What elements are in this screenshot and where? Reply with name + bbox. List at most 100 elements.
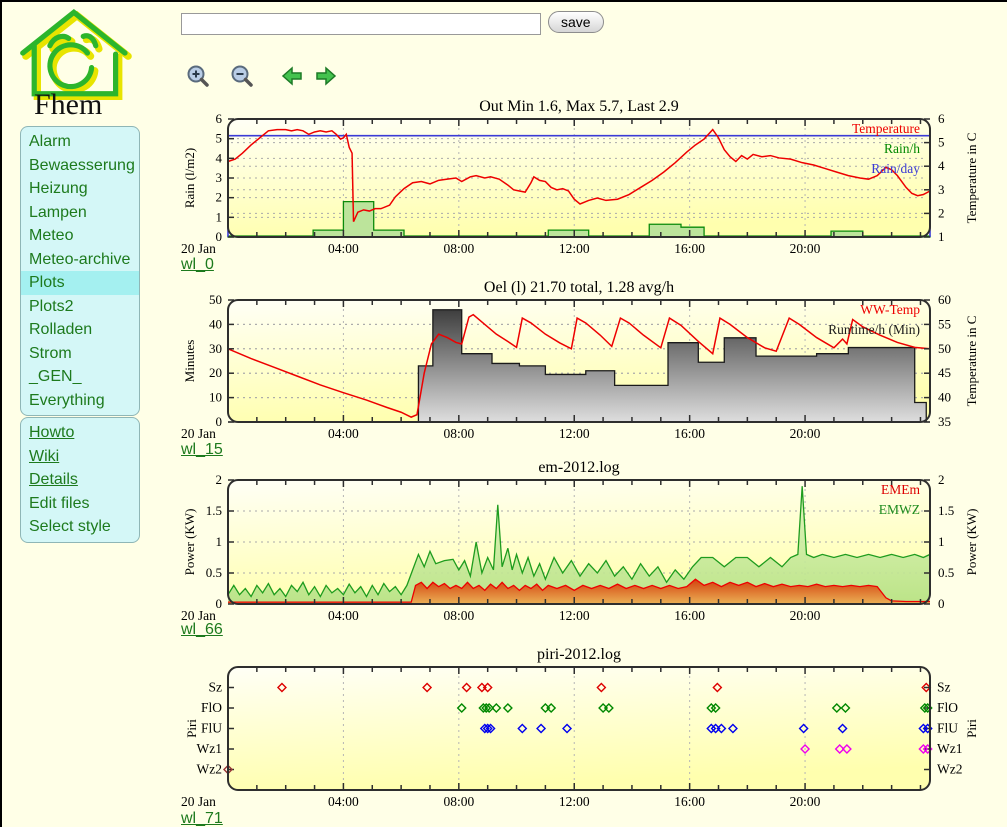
svg-text:EMEm: EMEm — [881, 482, 920, 497]
svg-text:20:00: 20:00 — [790, 608, 821, 623]
sidebar-item-plots[interactable]: Plots — [21, 271, 139, 295]
chart-wl_66: 00.511.52Power (KW)00.511.52Power (KW)20… — [180, 458, 1007, 638]
svg-text:Piri: Piri — [184, 719, 199, 738]
svg-text:30: 30 — [209, 341, 222, 356]
svg-text:Temperature: Temperature — [852, 121, 920, 136]
svg-text:Oel (l) 21.70 total, 1.28 avg/: Oel (l) 21.70 total, 1.28 avg/h — [484, 279, 674, 296]
svg-text:20:00: 20:00 — [790, 241, 821, 256]
link-menu: HowtoWikiDetailsEdit filesSelect style — [20, 417, 140, 543]
sidebar-item-lampen[interactable]: Lampen — [21, 201, 139, 225]
sidebar-item-bewaesserung[interactable]: Bewaesserung — [21, 154, 139, 178]
svg-text:2: 2 — [216, 190, 223, 205]
svg-text:2: 2 — [216, 472, 223, 487]
chart-wl_71: SzSzFlOFlOFlUFlUWz1Wz1Wz2Wz2PiriPiri20 J… — [180, 643, 1007, 825]
svg-text:Wz1: Wz1 — [937, 741, 962, 756]
svg-text:50: 50 — [938, 341, 951, 356]
svg-text:40: 40 — [209, 316, 222, 331]
sidebar-item-meteo-archive[interactable]: Meteo-archive — [21, 248, 139, 272]
svg-text:6: 6 — [216, 111, 223, 126]
svg-text:Minutes: Minutes — [182, 340, 197, 383]
svg-text:55: 55 — [938, 316, 951, 331]
zoom-in-icon[interactable] — [186, 64, 210, 88]
svg-text:16:00: 16:00 — [674, 426, 705, 441]
svg-text:20 Jan: 20 Jan — [181, 426, 216, 441]
chart-wl_0: 0123456Rain (l/m2)123456Temperature in C… — [180, 95, 1007, 273]
svg-text:5: 5 — [216, 131, 223, 146]
svg-text:3: 3 — [216, 170, 223, 185]
svg-text:Power (KW): Power (KW) — [182, 509, 197, 576]
svg-text:1: 1 — [938, 229, 945, 244]
svg-text:12:00: 12:00 — [559, 608, 590, 623]
svg-text:12:00: 12:00 — [559, 241, 590, 256]
svg-text:Out Min 1.6, Max 5.7, Last 2.9: Out Min 1.6, Max 5.7, Last 2.9 — [479, 98, 679, 115]
svg-text:Rain/day: Rain/day — [871, 161, 920, 176]
svg-text:1: 1 — [216, 209, 223, 224]
svg-text:3: 3 — [938, 182, 945, 197]
svg-text:40: 40 — [938, 390, 951, 405]
svg-text:1: 1 — [216, 534, 223, 549]
sidebar-item-alarm[interactable]: Alarm — [21, 130, 139, 154]
sidebar-item-rolladen[interactable]: Rolladen — [21, 318, 139, 342]
svg-text:Runtime/h (Min): Runtime/h (Min) — [828, 322, 920, 337]
svg-text:Wz1: Wz1 — [197, 741, 222, 756]
svg-text:FlO: FlO — [937, 700, 958, 715]
sidebar-item--gen-[interactable]: _GEN_ — [21, 365, 139, 389]
svg-text:WW-Temp: WW-Temp — [860, 302, 920, 317]
svg-text:piri-2012.log: piri-2012.log — [537, 646, 621, 663]
arrow-right-icon[interactable] — [314, 64, 338, 88]
fhem-house-icon — [12, 4, 142, 100]
svg-text:0.5: 0.5 — [938, 565, 954, 580]
svg-text:16:00: 16:00 — [674, 241, 705, 256]
svg-text:4: 4 — [216, 150, 223, 165]
sidebar-item-strom[interactable]: Strom — [21, 342, 139, 366]
svg-text:1.5: 1.5 — [938, 503, 954, 518]
svg-text:Rain/h: Rain/h — [884, 141, 920, 156]
arrow-left-icon[interactable] — [280, 64, 304, 88]
svg-text:0.5: 0.5 — [206, 565, 222, 580]
svg-text:08:00: 08:00 — [443, 794, 474, 809]
svg-text:60: 60 — [938, 292, 951, 307]
zoom-out-icon[interactable] — [230, 64, 254, 88]
svg-text:1: 1 — [938, 534, 945, 549]
svg-text:20:00: 20:00 — [790, 794, 821, 809]
svg-text:Temperature in C: Temperature in C — [964, 316, 979, 407]
chart-wl_15: 01020304050Minutes354045505560Temperatur… — [180, 278, 1007, 456]
room-menu: AlarmBewaesserungHeizungLampenMeteoMeteo… — [20, 126, 140, 416]
svg-text:20: 20 — [209, 365, 222, 380]
command-input[interactable] — [181, 13, 541, 35]
svg-text:45: 45 — [938, 365, 951, 380]
save-button[interactable]: save — [548, 11, 604, 33]
svg-text:5: 5 — [938, 135, 945, 150]
sidebar-item-everything[interactable]: Everything — [21, 389, 139, 413]
svg-text:35: 35 — [938, 414, 951, 429]
fhem-logo: Fhem — [12, 4, 162, 122]
sidebar-item-heizung[interactable]: Heizung — [21, 177, 139, 201]
sidebar-item-meteo[interactable]: Meteo — [21, 224, 139, 248]
svg-text:em-2012.log: em-2012.log — [538, 459, 619, 476]
sidebar-item-plots2[interactable]: Plots2 — [21, 295, 139, 319]
svg-text:6: 6 — [938, 111, 945, 126]
svg-text:Temperature in C: Temperature in C — [964, 133, 979, 224]
svg-text:08:00: 08:00 — [443, 241, 474, 256]
menu-link-edit-files[interactable]: Edit files — [21, 492, 139, 516]
svg-text:2: 2 — [938, 205, 945, 220]
svg-text:0: 0 — [216, 414, 223, 429]
svg-text:08:00: 08:00 — [443, 608, 474, 623]
svg-text:Wz2: Wz2 — [937, 762, 962, 777]
svg-text:12:00: 12:00 — [559, 426, 590, 441]
svg-text:Piri: Piri — [964, 719, 979, 738]
svg-text:FlU: FlU — [937, 721, 958, 736]
svg-text:04:00: 04:00 — [328, 794, 359, 809]
svg-text:20:00: 20:00 — [790, 426, 821, 441]
menu-link-wiki[interactable]: Wiki — [21, 445, 139, 469]
svg-text:Sz: Sz — [937, 680, 951, 695]
svg-text:10: 10 — [209, 390, 222, 405]
menu-link-howto[interactable]: Howto — [21, 421, 139, 445]
svg-text:4: 4 — [938, 158, 945, 173]
svg-text:FlU: FlU — [201, 721, 222, 736]
svg-text:1.5: 1.5 — [206, 503, 222, 518]
svg-text:Wz2: Wz2 — [197, 762, 222, 777]
svg-text:20 Jan: 20 Jan — [181, 794, 216, 809]
menu-link-select-style[interactable]: Select style — [21, 515, 139, 539]
menu-link-details[interactable]: Details — [21, 468, 139, 492]
